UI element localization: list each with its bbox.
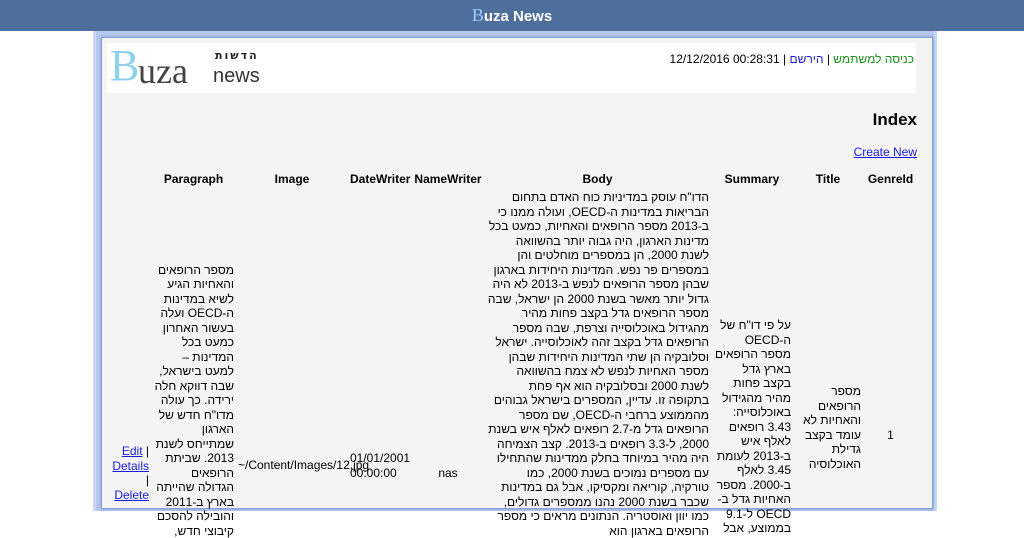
site-header: B uza הדשות news 12/12/2016 00:28:31 | כ… <box>107 41 916 93</box>
table-row: Edit | Details | Delete מספר הרופאים והא… <box>107 190 918 538</box>
page-title: Index <box>872 110 917 129</box>
details-link[interactable]: Details <box>112 459 149 473</box>
top-bar: Buza News <box>0 0 1024 31</box>
separator: | <box>823 52 834 66</box>
current-datetime: 12/12/2016 00:28:31 <box>669 52 780 66</box>
site-title: Buza News <box>472 5 552 26</box>
col-datewriter: DateWriter <box>350 172 411 186</box>
col-actions <box>107 168 151 190</box>
delete-link[interactable]: Delete <box>114 488 149 502</box>
cell-image: ~/Content/Images/12.jpg <box>238 457 370 472</box>
action-separator: | <box>145 473 149 487</box>
logo-news: news <box>213 65 260 87</box>
cell-title: מספר הרופאים והאחיות לא עומד בקצב גדילת … <box>803 384 861 471</box>
col-summary: Summary <box>724 172 780 186</box>
articles-table: Paragraph Image DateWriter NameWriter Bo… <box>107 168 918 538</box>
buza-news-logo[interactable]: B uza הדשות news <box>110 41 270 91</box>
col-title: Title <box>815 172 841 186</box>
register-link[interactable]: הירשם <box>789 52 823 66</box>
col-body: Body <box>582 172 613 186</box>
table-header-row: Paragraph Image DateWriter NameWriter Bo… <box>107 168 918 190</box>
separator: | <box>779 52 790 66</box>
cell-genreid: 1 <box>887 428 894 442</box>
site-title-initial: B <box>471 5 484 25</box>
cell-summary: על פי דו"ח של ה-OECD מספר הרופאים בארץ ג… <box>714 318 791 535</box>
edit-link[interactable]: Edit <box>122 444 143 458</box>
action-separator: | <box>145 444 149 458</box>
row-actions: Edit | Details | Delete <box>107 190 151 538</box>
col-genreid: GenreId <box>867 172 914 186</box>
site-title-rest: uza News <box>483 8 553 25</box>
create-new-link[interactable]: Create New <box>854 145 917 159</box>
col-paragraph: Paragraph <box>163 172 224 186</box>
login-link[interactable]: כניסה למשתמש <box>833 52 914 66</box>
cell-namewriter: nas <box>438 465 458 480</box>
cell-body: הדו"ח עוסק במדיניות כוח האדם בתחום הבריא… <box>487 190 709 538</box>
logo-big-letter: B <box>110 41 140 90</box>
logo-uza: uza <box>138 51 188 91</box>
cell-datewriter: 01/01/2001 00:00:00 <box>350 451 411 480</box>
col-namewriter: NameWriter <box>414 172 482 186</box>
col-image: Image <box>274 172 310 186</box>
cell-paragraph: מספר הרופאים והאחיות הגיע לשיא במדינות ה… <box>154 262 234 538</box>
login-bar: 12/12/2016 00:28:31 | כניסה למשתמש | היר… <box>670 52 914 66</box>
logo-hebrew: הדשות <box>215 49 259 62</box>
